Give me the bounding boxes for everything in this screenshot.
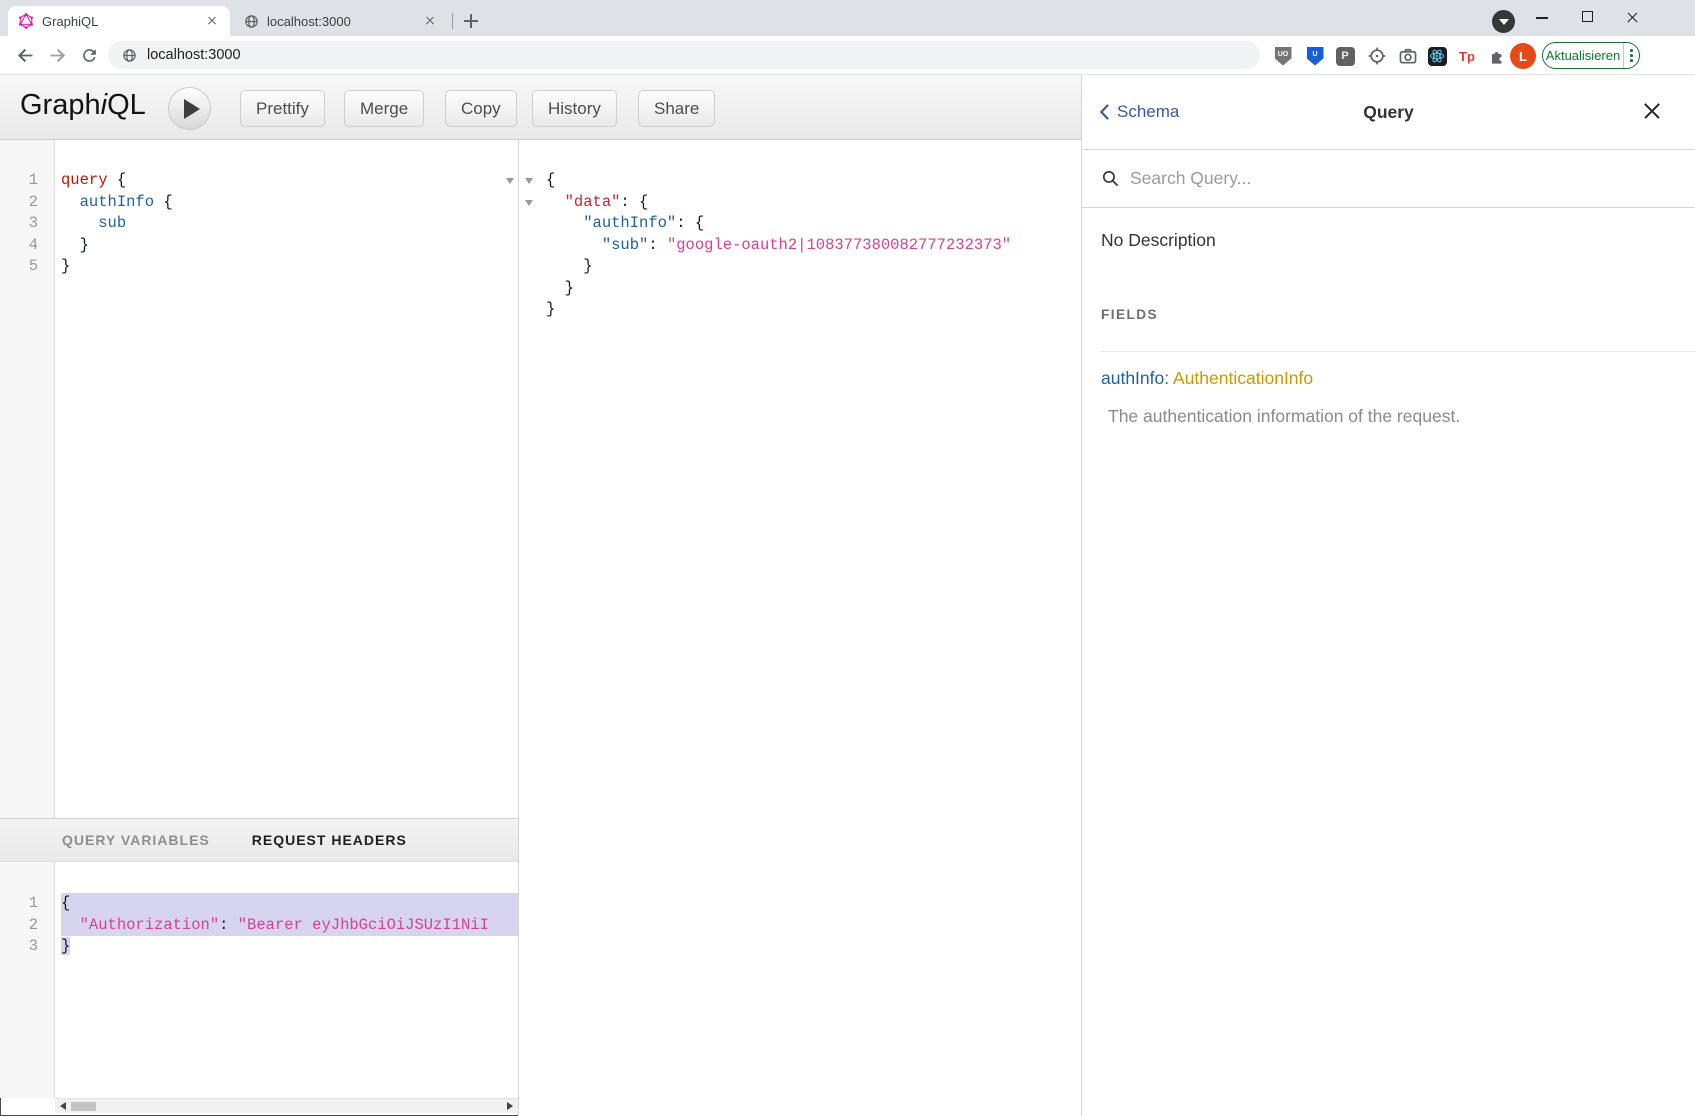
response-code: { "data": { "authInfo": { "sub": "google…: [546, 140, 1081, 321]
headers-editor-code[interactable]: { "Authorization": "Bearer eyJhbGciOiJSU…: [56, 862, 518, 1098]
update-browser-button[interactable]: Aktualisieren: [1542, 42, 1640, 69]
share-button[interactable]: Share: [638, 90, 715, 127]
picker-extension-icon[interactable]: [1365, 44, 1389, 68]
profile-avatar[interactable]: L: [1510, 43, 1536, 69]
play-icon: [184, 99, 200, 119]
tab-graphiql[interactable]: GraphiQL: [8, 6, 230, 36]
window-maximize-button[interactable]: [1565, 0, 1609, 34]
reload-button[interactable]: [74, 40, 104, 70]
query-editor[interactable]: 12345 query { authInfo { sub }}: [0, 140, 518, 818]
ublock-extension-icon[interactable]: UO: [1271, 44, 1295, 68]
scroll-right-icon[interactable]: [507, 1102, 513, 1110]
fold-arrow-icon[interactable]: [525, 200, 533, 206]
doc-back-link[interactable]: Schema: [1100, 102, 1179, 122]
browser-toolbar: localhost:3000 UO U P: [0, 36, 1695, 75]
search-icon: [1101, 169, 1120, 188]
doc-search-row: [1082, 150, 1695, 208]
doc-explorer: Schema Query No Description FIELDS authI…: [1081, 75, 1695, 1116]
doc-close-icon[interactable]: [1641, 100, 1663, 122]
graphql-favicon-icon: [18, 13, 34, 29]
chip-menu-dots-icon[interactable]: [1623, 43, 1639, 68]
tab-strip: GraphiQL localhost:3000: [0, 0, 1695, 36]
editor-footer-tabs: QUERY VARIABLES REQUEST HEADERS: [0, 818, 518, 862]
type-description: No Description: [1101, 230, 1695, 251]
tab-title: localhost:3000: [267, 14, 414, 29]
horizontal-scrollbar[interactable]: [55, 1098, 518, 1113]
headers-editor-gutter: 123: [0, 862, 55, 1098]
copy-button[interactable]: Copy: [445, 90, 517, 127]
tab-query-variables[interactable]: QUERY VARIABLES: [62, 832, 210, 848]
doc-search-input[interactable]: [1130, 168, 1550, 189]
field-type-link[interactable]: AuthenticationInfo: [1173, 368, 1313, 388]
field-description: The authentication information of the re…: [1101, 406, 1695, 427]
fields-heading: FIELDS: [1101, 307, 1695, 322]
tab-title: GraphiQL: [42, 14, 196, 29]
scroll-left-icon[interactable]: [60, 1102, 66, 1110]
chevron-left-icon: [1100, 104, 1109, 120]
scrollbar-thumb[interactable]: [71, 1102, 96, 1112]
globe-icon: [244, 14, 259, 29]
doc-explorer-body: No Description FIELDS authInfo: Authenti…: [1082, 208, 1695, 427]
url-text: localhost:3000: [147, 47, 241, 63]
back-button[interactable]: [10, 40, 40, 70]
bitwarden-extension-icon[interactable]: U: [1303, 44, 1327, 68]
field-row: authInfo: AuthenticationInfo: [1101, 368, 1695, 389]
query-editor-code[interactable]: query { authInfo { sub }}: [56, 140, 518, 818]
merge-button[interactable]: Merge: [344, 90, 424, 127]
field-name-link[interactable]: authInfo: [1101, 368, 1164, 388]
tab-separator: [452, 13, 453, 29]
tab-localhost[interactable]: localhost:3000: [234, 6, 448, 36]
tp-extension-icon[interactable]: Tp: [1455, 44, 1479, 68]
forward-button[interactable]: [42, 40, 72, 70]
tab-close-icon[interactable]: [422, 13, 438, 29]
tab-close-icon[interactable]: [204, 13, 220, 29]
react-devtools-extension-icon[interactable]: [1425, 44, 1449, 68]
execute-query-button[interactable]: [168, 87, 211, 130]
response-viewer[interactable]: { "data": { "authInfo": { "sub": "google…: [518, 140, 1081, 1116]
extensions-puzzle-icon[interactable]: [1485, 44, 1509, 68]
fields-section: FIELDS: [1101, 307, 1695, 352]
new-tab-button[interactable]: [458, 8, 484, 34]
globe-icon: [122, 48, 137, 63]
p-extension-icon[interactable]: P: [1333, 44, 1357, 68]
query-editor-gutter: 12345: [0, 140, 55, 818]
window-close-button[interactable]: [1610, 0, 1654, 34]
doc-explorer-header: Schema Query: [1082, 75, 1695, 150]
tab-request-headers[interactable]: REQUEST HEADERS: [252, 832, 407, 848]
fold-arrow-icon[interactable]: [525, 178, 533, 184]
request-headers-editor[interactable]: 123 { "Authorization": "Bearer eyJhbGciO…: [0, 862, 518, 1098]
prettify-button[interactable]: Prettify: [240, 90, 325, 127]
window-minimize-button[interactable]: [1520, 0, 1564, 34]
graphiql-logo: GraphiQL: [20, 89, 146, 122]
browser-window: GraphiQL localhost:3000: [0, 0, 1695, 1116]
tab-search-button[interactable]: [1492, 10, 1515, 33]
screenshot-extension-icon[interactable]: [1396, 44, 1420, 68]
history-button[interactable]: History: [532, 90, 617, 127]
address-bar[interactable]: localhost:3000: [108, 41, 1260, 69]
